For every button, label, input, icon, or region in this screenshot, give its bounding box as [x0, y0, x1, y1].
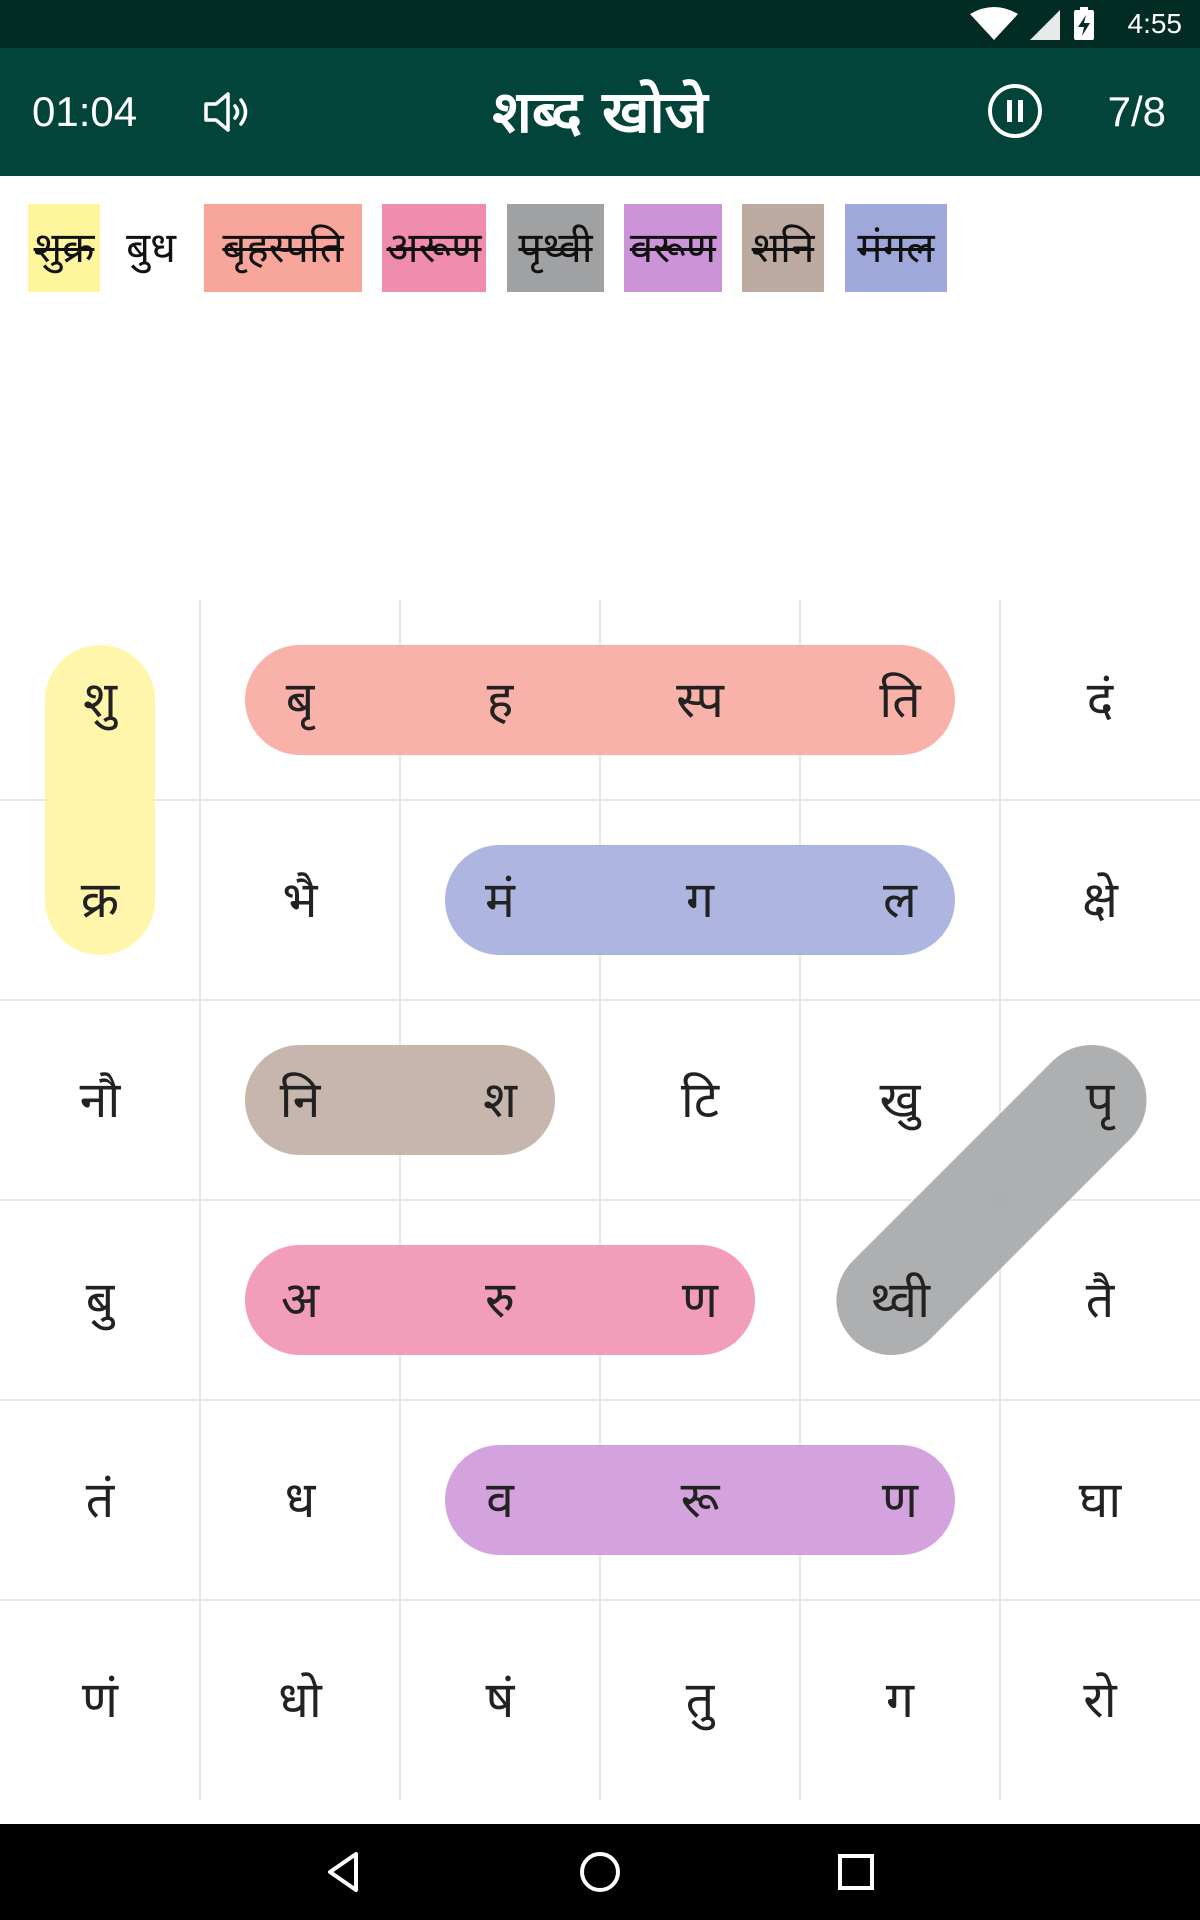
word-item: वरूण [624, 204, 722, 292]
pause-icon[interactable] [986, 82, 1044, 140]
toolbar: 01:04 शब्द खोजे 7/8 [0, 48, 1200, 176]
grid-cell[interactable]: खु [800, 1000, 1000, 1200]
grid-cell[interactable]: मं [400, 800, 600, 1000]
word-item: शुक्र [28, 204, 100, 292]
grid-cell[interactable]: स्प [600, 600, 800, 800]
grid-cell[interactable]: बृ [200, 600, 400, 800]
status-bar: 4:55 [0, 0, 1200, 48]
navigation-bar [0, 1824, 1200, 1920]
grid-cell[interactable]: रो [1000, 1600, 1200, 1800]
grid-cell[interactable]: दं [1000, 600, 1200, 800]
grid-cell[interactable]: ण [800, 1400, 1000, 1600]
word-item: शनि [742, 204, 824, 292]
word-item: बुध [126, 223, 176, 272]
grid-cell[interactable]: घा [1000, 1400, 1200, 1600]
grid-cell[interactable]: नौ [0, 1000, 200, 1200]
grid-cell[interactable]: थ्वी [800, 1200, 1000, 1400]
word-item: मंगल [845, 204, 947, 292]
grid-cell[interactable]: ति [800, 600, 1000, 800]
status-time: 4:55 [1127, 8, 1183, 39]
grid-cell[interactable]: ल [800, 800, 1000, 1000]
grid-cell[interactable]: ग [800, 1600, 1000, 1800]
grid-cell[interactable]: श [400, 1000, 600, 1200]
word-item: बृहस्पति [204, 204, 362, 292]
grid-cell[interactable]: क्र [0, 800, 200, 1000]
wifi-icon [970, 7, 1018, 40]
battery-charging-icon [1074, 7, 1094, 40]
grid-cell[interactable]: धो [200, 1600, 400, 1800]
status-icons [970, 7, 1094, 40]
game-timer: 01:04 [32, 88, 138, 135]
grid-cell[interactable]: भै [200, 800, 400, 1000]
letter-grid[interactable]: शु बृ ह स्प ति दं क्र भै मं ग ल क्षे नौ … [0, 600, 1200, 1800]
words-found-count: 7/8 [1107, 88, 1166, 135]
grid-cell[interactable]: णं [0, 1600, 200, 1800]
cell-signal-icon [1030, 10, 1060, 40]
grid-cell[interactable]: रु [400, 1200, 600, 1400]
grid-cell[interactable]: तु [600, 1600, 800, 1800]
grid-cell[interactable]: षं [400, 1600, 600, 1800]
grid-cell[interactable]: ध [200, 1400, 400, 1600]
word-item: अरूण [382, 204, 486, 292]
grid-cell[interactable]: अ [200, 1200, 400, 1400]
home-icon[interactable] [572, 1844, 628, 1900]
grid-cell[interactable]: बु [0, 1200, 200, 1400]
grid-cell[interactable]: ग [600, 800, 800, 1000]
grid-cell[interactable]: क्षे [1000, 800, 1200, 1000]
grid-cell[interactable]: रू [600, 1400, 800, 1600]
grid-cell[interactable]: शु [0, 600, 200, 800]
speaker-icon[interactable] [200, 86, 256, 138]
grid-cell[interactable]: नि [200, 1000, 400, 1200]
back-icon[interactable] [316, 1844, 372, 1900]
word-item: पृथ्वी [507, 204, 604, 292]
recents-icon[interactable] [828, 1844, 884, 1900]
grid-cell[interactable]: तं [0, 1400, 200, 1600]
grid-cell[interactable]: टि [600, 1000, 800, 1200]
grid-cell[interactable]: ण [600, 1200, 800, 1400]
grid-cell[interactable]: पृ [1000, 1000, 1200, 1200]
page-title: शब्द खोजे [492, 78, 708, 146]
grid-cell[interactable]: ह [400, 600, 600, 800]
grid-cell[interactable]: तै [1000, 1200, 1200, 1400]
grid-cell[interactable]: व [400, 1400, 600, 1600]
word-list: शुक्र बुध बृहस्पति अरूण पृथ्वी वरूण शनि … [28, 204, 1178, 292]
